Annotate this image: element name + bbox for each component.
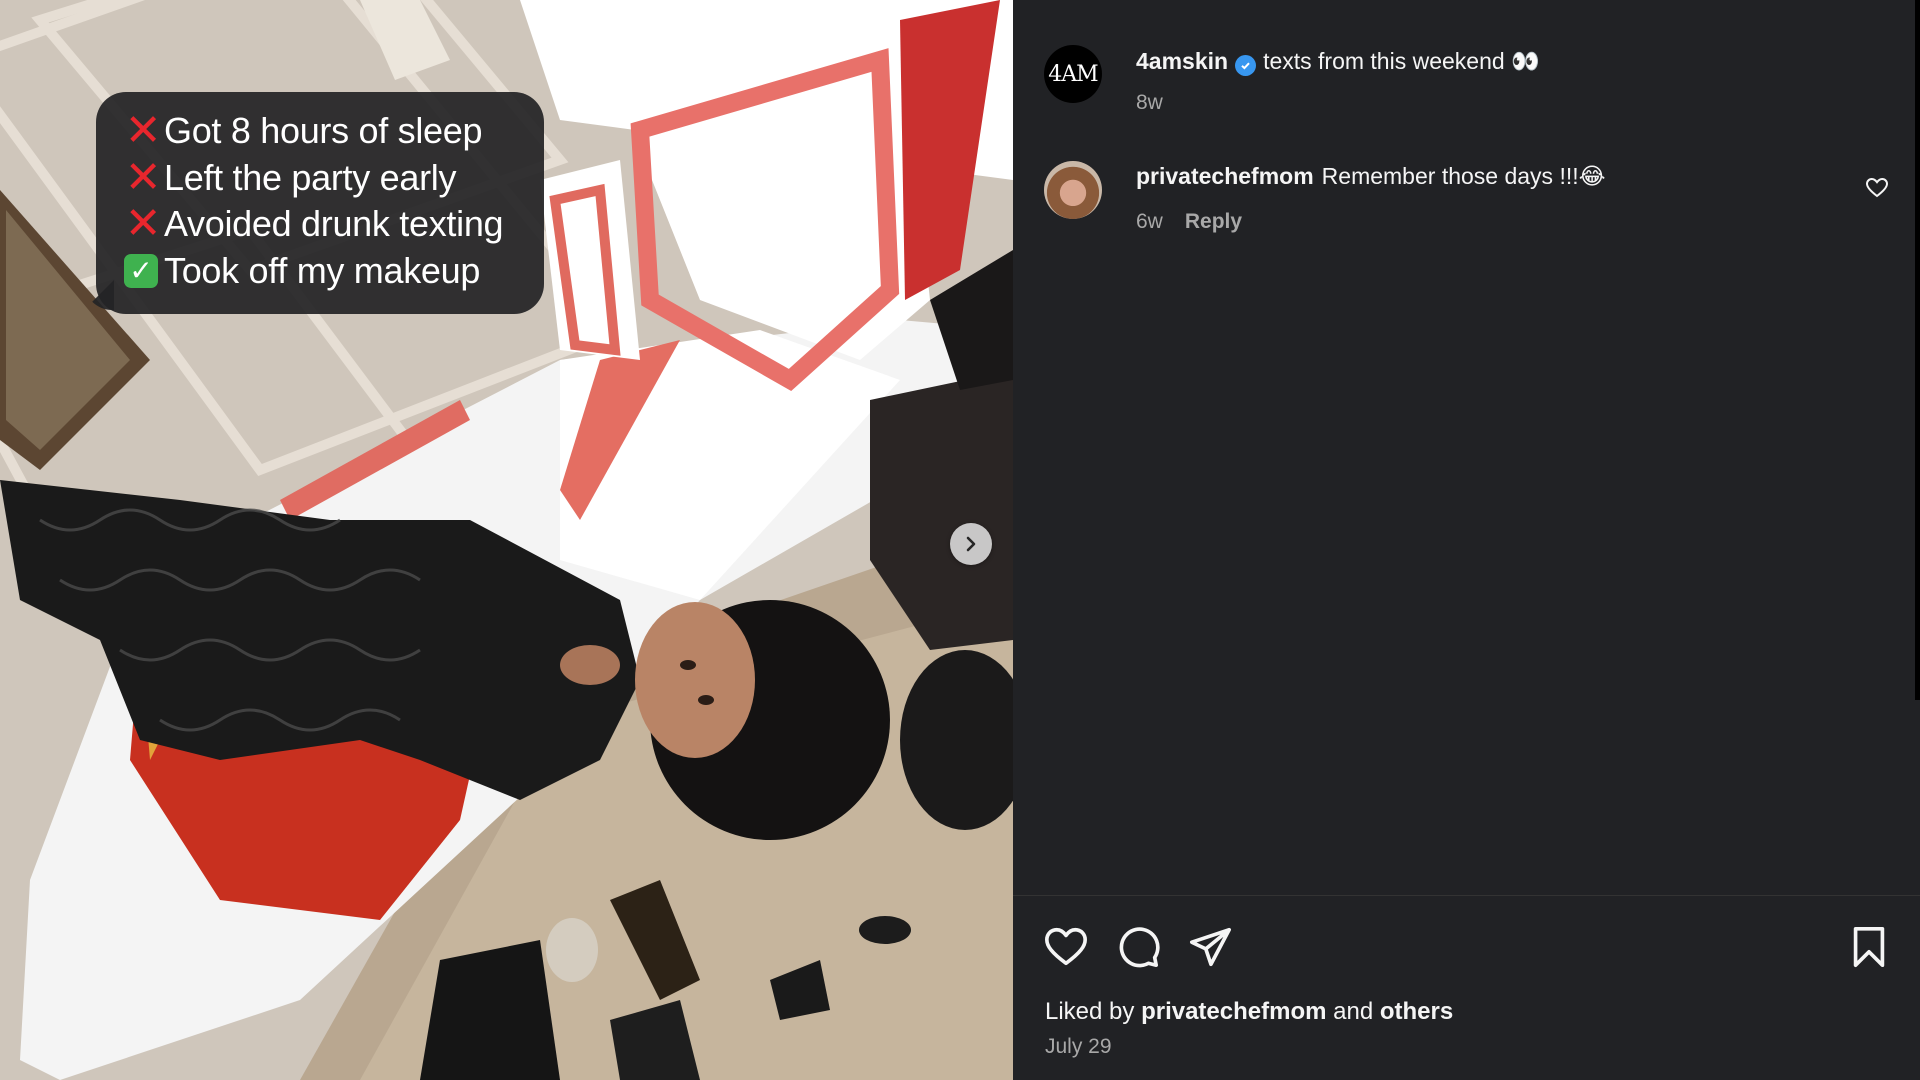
caption-text: texts from this weekend 👀: [1263, 48, 1540, 74]
comment-icon[interactable]: [1115, 924, 1161, 970]
comment-timestamp: 6w: [1136, 210, 1163, 233]
check-mark-icon: ✓: [124, 253, 158, 288]
author-username[interactable]: 4amskin: [1136, 48, 1228, 74]
author-avatar[interactable]: 4AM: [1044, 45, 1102, 103]
bookmark-icon[interactable]: [1846, 924, 1892, 970]
comments-panel: 4AM 4amskin texts from this weekend 👀 8w …: [1013, 0, 1920, 1080]
post-photo[interactable]: ✕ Got 8 hours of sleep ✕ Left the party …: [0, 0, 1013, 1080]
commenter-avatar[interactable]: [1044, 161, 1102, 219]
post-caption: 4amskin texts from this weekend 👀: [1136, 48, 1540, 76]
overlay-line-text: Avoided drunk texting: [164, 203, 504, 245]
scrollbar[interactable]: [1915, 0, 1920, 700]
verified-badge-icon: [1235, 55, 1257, 76]
text-message-bubble: ✕ Got 8 hours of sleep ✕ Left the party …: [96, 92, 544, 314]
reply-button[interactable]: Reply: [1185, 210, 1242, 233]
send-icon[interactable]: [1187, 924, 1233, 970]
comment-heart-icon[interactable]: [1865, 176, 1889, 200]
comment: privatechefmom Remember those days !!!😂: [1136, 163, 1606, 190]
overlay-line: ✕ Avoided drunk texting: [124, 201, 516, 248]
overlay-line: ✓ Took off my makeup: [124, 248, 516, 295]
likes-prefix: Liked by: [1045, 998, 1135, 1025]
likes-others-link[interactable]: others: [1380, 998, 1453, 1025]
likes-conjunction: and: [1333, 998, 1374, 1025]
author-avatar-text: 4AM: [1048, 61, 1098, 87]
overlay-line-text: Got 8 hours of sleep: [164, 110, 483, 152]
overlay-line: ✕ Left the party early: [124, 155, 516, 202]
cross-mark-icon: ✕: [124, 199, 162, 249]
comment-text: Remember those days !!!😂: [1321, 163, 1606, 189]
caption-timestamp: 8w: [1136, 91, 1163, 114]
cross-mark-icon: ✕: [124, 152, 162, 202]
overlay-line-text: Left the party early: [164, 156, 457, 198]
overlay-line-text: Took off my makeup: [164, 249, 481, 291]
next-photo-button[interactable]: [950, 523, 992, 565]
liked-by-username[interactable]: privatechefmom: [1141, 998, 1326, 1025]
commenter-username[interactable]: privatechefmom: [1136, 163, 1314, 189]
instagram-post-view: ✕ Got 8 hours of sleep ✕ Left the party …: [0, 0, 1920, 1080]
chevron-right-icon: [966, 536, 976, 552]
actions-divider: [1013, 895, 1920, 896]
heart-icon[interactable]: [1043, 924, 1089, 970]
cross-mark-icon: ✕: [124, 106, 162, 156]
post-date: July 29: [1045, 1035, 1112, 1058]
likes-summary: Liked by privatechefmom and others: [1045, 998, 1453, 1026]
comment-meta: 6w Reply: [1136, 210, 1242, 234]
overlay-line: ✕ Got 8 hours of sleep: [124, 108, 516, 155]
